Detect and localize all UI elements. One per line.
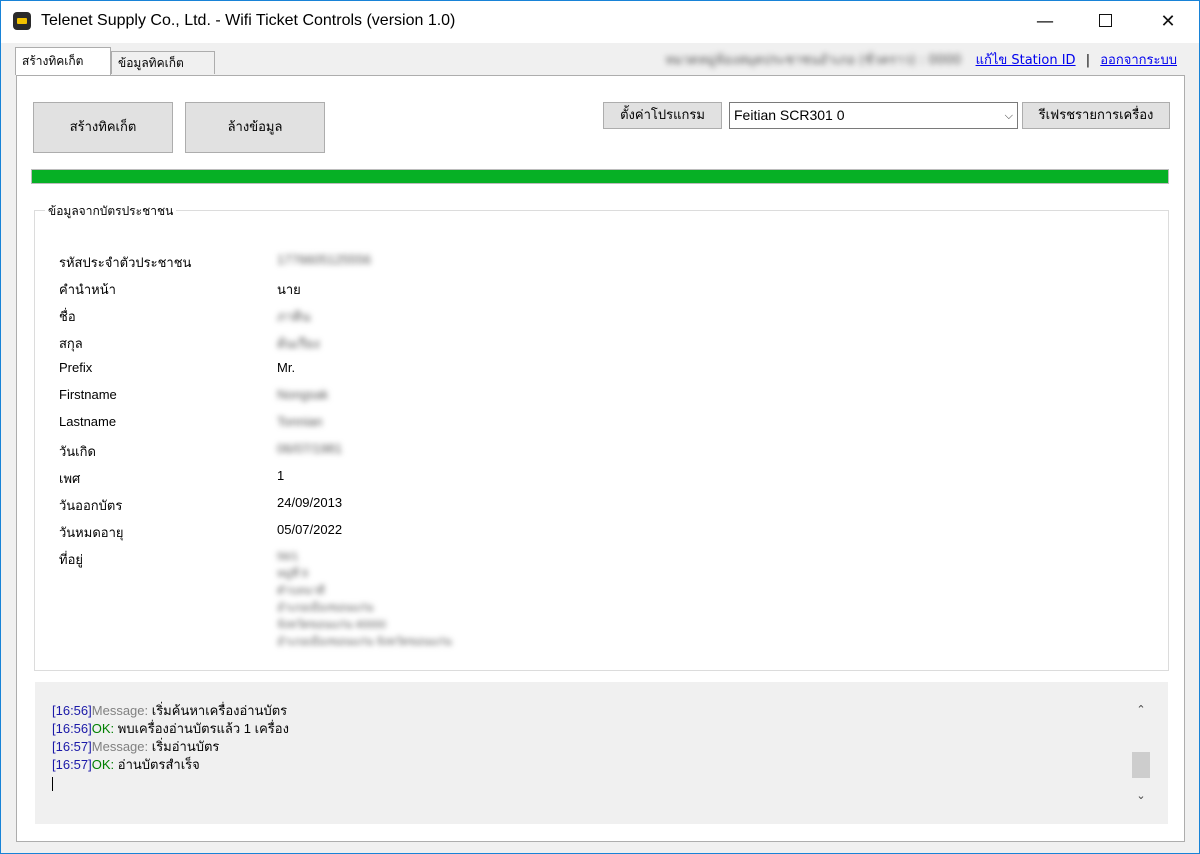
text-caret <box>52 776 53 791</box>
log-time: [16:56] <box>52 721 92 736</box>
field-value: Tonnian <box>277 414 323 429</box>
log-message: พบเครื่องอ่านบัตรแล้ว 1 เครื่อง <box>114 721 289 736</box>
field-label: รหัสประจำตัวประชาชน <box>59 255 192 270</box>
field-value: 06/07/1981 <box>277 441 343 456</box>
log-time: [16:57] <box>52 757 92 772</box>
close-button[interactable]: ✕ <box>1145 1 1191 43</box>
title-bar[interactable]: Telenet Supply Co., Ltd. - Wifi Ticket C… <box>1 1 1199 43</box>
logout-link[interactable]: ออกจากระบบ <box>1100 53 1177 68</box>
log-line: [16:57]Message: เริ่มอ่านบัตร <box>52 738 289 756</box>
field-label: Lastname <box>59 414 117 429</box>
app-window: Telenet Supply Co., Ltd. - Wifi Ticket C… <box>0 0 1200 854</box>
log-box[interactable]: [16:56]Message: เริ่มค้นหาเครื่องอ่านบัต… <box>35 682 1168 824</box>
card-reader-icon <box>13 12 31 30</box>
field-value: ต้นเรียง <box>277 336 320 351</box>
log-scrollbar[interactable]: ⌃ ⌄ <box>1130 700 1152 806</box>
station-name: หมวดหมู่ห้องสมุดประชาชนอำเภอ (ชั่วคราว) … <box>665 53 962 68</box>
log-type: OK: <box>91 757 115 772</box>
field-value: นาย <box>277 282 301 297</box>
field-label: Firstname <box>59 387 117 402</box>
field-label: วันเกิด <box>59 444 96 459</box>
log-time: [16:57] <box>52 739 92 754</box>
field-value: ภาคิน <box>277 309 311 324</box>
field-value: 56/1 หมู่ที่ 9 ตำบลนาดีอำเภอเมืองขอนแก่นจั… <box>277 549 452 651</box>
maximize-button[interactable] <box>1082 1 1128 43</box>
top-links: หมวดหมู่ห้องสมุดประชาชนอำเภอ (ชั่วคราว) … <box>665 49 1177 70</box>
tab-create-ticket[interactable]: สร้างทิคเก็ต <box>15 47 111 75</box>
field-value: Nongsak <box>277 387 329 402</box>
tab-ticket-info[interactable]: ข้อมูลทิคเก็ต <box>111 51 215 74</box>
id-card-info-group: ข้อมูลจากบัตรประชาชน รหัสประจำตัวประชาชน… <box>34 202 1169 671</box>
log-line: [16:57]OK: อ่านบัตรสำเร็จ <box>52 756 289 774</box>
log-line: [16:56]OK: พบเครื่องอ่านบัตรแล้ว 1 เครื่… <box>52 720 289 738</box>
group-title: ข้อมูลจากบัตรประชาชน <box>45 202 177 221</box>
address-line: หมู่ที่ 9 <box>277 568 308 580</box>
log-message: เริ่มอ่านบัตร <box>148 739 220 754</box>
address-line: ตำบลนาดี <box>277 585 325 597</box>
field-label: ที่อยู่ <box>59 552 83 567</box>
address-line: 56/1 <box>277 551 299 563</box>
address-line: จังหวัดขอนแก่น 40000 <box>277 619 386 631</box>
address-line: อำเภอเมืองขอนแก่น จังหวัดขอนแก่น <box>277 636 452 648</box>
create-ticket-button[interactable]: สร้างทิคเก็ต <box>33 102 173 153</box>
minimize-button[interactable]: — <box>1022 1 1068 43</box>
field-label: เพศ <box>59 471 81 486</box>
log-message: เริ่มค้นหาเครื่องอ่านบัตร <box>148 703 288 718</box>
create-ticket-panel: สร้างทิคเก็ต ล้างข้อมูล ตั้งค่าโปรแกรม F… <box>16 75 1185 842</box>
log-type: Message: <box>91 739 149 754</box>
field-label: สกุล <box>59 336 83 351</box>
edit-station-link[interactable]: แก้ไข Station ID <box>976 53 1076 68</box>
field-value: 1 <box>277 468 285 483</box>
log-message: อ่านบัตรสำเร็จ <box>114 757 200 772</box>
field-value: 24/09/2013 <box>277 495 343 510</box>
field-value: 05/07/2022 <box>277 522 343 537</box>
scroll-down-icon[interactable]: ⌄ <box>1130 786 1152 806</box>
card-reader-select-value: Feitian SCR301 0 <box>734 107 845 123</box>
log-line: [16:56]Message: เริ่มค้นหาเครื่องอ่านบัต… <box>52 702 289 720</box>
field-value: 1776605125556 <box>277 252 371 267</box>
card-reader-select[interactable]: Feitian SCR301 0 ⌵ <box>729 102 1018 129</box>
program-settings-button[interactable]: ตั้งค่าโปรแกรม <box>603 102 722 129</box>
maximize-icon <box>1098 14 1112 27</box>
log-text: [16:56]Message: เริ่มค้นหาเครื่องอ่านบัต… <box>52 702 289 792</box>
link-separator: | <box>1085 53 1091 68</box>
refresh-devices-button[interactable]: รีเฟรชรายการเครื่อง <box>1022 102 1170 129</box>
log-type: OK: <box>91 721 115 736</box>
field-label: คำนำหน้า <box>59 282 116 297</box>
address-line: อำเภอเมืองขอนแก่น <box>277 602 374 614</box>
chevron-down-icon: ⌵ <box>1004 109 1013 122</box>
window-title: Telenet Supply Co., Ltd. - Wifi Ticket C… <box>41 12 456 29</box>
log-type: Message: <box>91 703 149 718</box>
progress-fill <box>32 170 1168 183</box>
progress-bar <box>31 169 1169 184</box>
field-label: ชื่อ <box>59 309 76 324</box>
field-label: วันหมดอายุ <box>59 525 124 540</box>
field-label: วันออกบัตร <box>59 498 123 513</box>
scroll-thumb[interactable] <box>1132 752 1150 778</box>
log-time: [16:56] <box>52 703 92 718</box>
field-value: Mr. <box>277 360 296 375</box>
scroll-up-icon[interactable]: ⌃ <box>1130 700 1152 720</box>
field-label: Prefix <box>59 360 93 375</box>
clear-data-button[interactable]: ล้างข้อมูล <box>185 102 325 153</box>
